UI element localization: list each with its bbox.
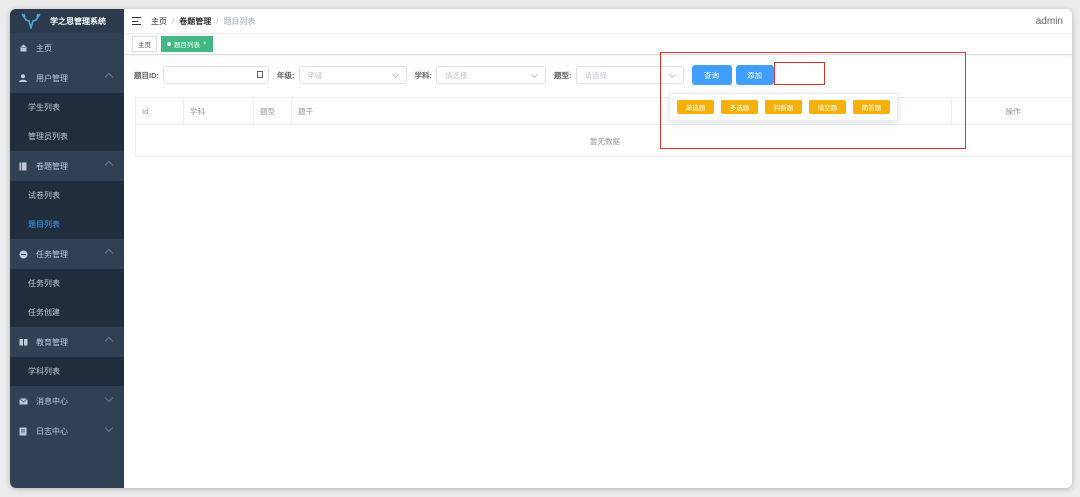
chevron-down-icon <box>391 70 399 79</box>
add-multi-choice-button[interactable]: 多选题 <box>721 100 758 114</box>
sidebar-item-label: 任务管理 <box>36 249 68 259</box>
breadcrumb-separator: / <box>216 16 219 26</box>
subject-select[interactable]: 请选择 <box>436 66 546 84</box>
app-title: 学之思管理系统 <box>50 16 106 26</box>
sidebar-item-user-mgmt[interactable]: 用户管理 <box>10 63 124 93</box>
tag-question-list[interactable]: 题目列表 × <box>161 36 213 52</box>
type-placeholder: 请选择 <box>584 70 608 80</box>
chevron-up-icon <box>104 248 114 258</box>
user-icon <box>18 73 28 83</box>
chevron-down-icon <box>104 423 114 433</box>
tag-label: 题目列表 <box>174 42 200 49</box>
sidebar-item-label: 教育管理 <box>36 337 68 347</box>
sidebar-item-paper-list[interactable]: 试卷列表 <box>10 181 124 210</box>
sidebar-item-question-list[interactable]: 题目列表 <box>10 210 124 239</box>
task-icon <box>18 249 28 259</box>
sidebar-item-home[interactable]: 主页 <box>10 33 124 63</box>
sidebar-item-label: 用户管理 <box>36 73 68 83</box>
sidebar-item-exam-mgmt[interactable]: 卷题管理 <box>10 151 124 181</box>
chevron-down-icon <box>104 393 114 403</box>
log-icon <box>18 426 28 436</box>
empty-text: 暂无数据 <box>590 136 620 146</box>
sidebar-item-subject-list[interactable]: 学科列表 <box>10 357 124 386</box>
chevron-down-icon <box>530 70 539 79</box>
chevron-down-icon <box>668 70 676 79</box>
add-single-choice-button[interactable]: 单选题 <box>677 100 714 114</box>
user-menu[interactable]: admin <box>1036 16 1063 27</box>
query-button[interactable]: 查询 <box>691 65 732 85</box>
breadcrumb-current: 题目列表 <box>223 16 256 26</box>
sidebar-item-label: 卷题管理 <box>36 161 68 171</box>
add-short-answer-button[interactable]: 简答题 <box>853 100 890 114</box>
sidebar-item-student-list[interactable]: 学生列表 <box>10 93 124 122</box>
grade-select[interactable]: 年级 <box>298 66 407 84</box>
sidebar-item-admin-list[interactable]: 管理员列表 <box>10 122 124 151</box>
sidebar-item-task-mgmt[interactable]: 任务管理 <box>10 239 124 269</box>
tag-home[interactable]: 主页 <box>132 36 157 52</box>
chevron-up-icon <box>104 336 114 346</box>
hamburger-icon[interactable] <box>132 17 141 25</box>
question-table: Id 学科 题型 题干 操作 暂无数据 <box>135 97 1072 157</box>
breadcrumb: 主页 / 卷题管理 / 题目列表 <box>151 16 255 27</box>
column-header-actions: 操作 <box>1005 106 1021 116</box>
active-dot-icon <box>167 42 171 46</box>
type-select[interactable]: 请选择 <box>575 66 684 84</box>
book-icon <box>18 161 28 171</box>
add-button[interactable]: 添加 <box>735 65 774 85</box>
subject-placeholder: 请选择 <box>445 70 468 80</box>
highlight-box-add <box>774 62 825 85</box>
sidebar-item-label: 主页 <box>36 43 52 53</box>
top-navbar: 主页 / 卷题管理 / 题目列表 admin <box>124 9 1072 34</box>
add-fill-blank-button[interactable]: 填空题 <box>809 100 846 114</box>
column-header-subject[interactable]: 学科 <box>184 98 254 124</box>
breadcrumb-separator: / <box>172 16 175 26</box>
table-header: Id 学科 题型 题干 操作 <box>136 98 1072 125</box>
sidebar-item-task-create[interactable]: 任务创建 <box>10 298 124 327</box>
sidebar-item-edu-mgmt[interactable]: 教育管理 <box>10 327 124 357</box>
grade-label: 年级: <box>277 70 295 80</box>
chevron-up-icon <box>104 72 114 82</box>
home-icon <box>18 43 28 53</box>
breadcrumb-home[interactable]: 主页 <box>151 16 167 27</box>
subject-label: 学科: <box>414 70 433 80</box>
sidebar-item-task-list[interactable]: 任务列表 <box>10 269 124 298</box>
sidebar-item-label: 日志中心 <box>36 426 68 436</box>
add-type-popover: 单选题 多选题 判断题 填空题 简答题 <box>669 93 898 121</box>
logo[interactable]: 学之思管理系统 <box>10 9 124 33</box>
add-true-false-button[interactable]: 判断题 <box>765 100 802 114</box>
question-id-label: 题目ID: <box>134 70 159 80</box>
chevron-up-icon <box>104 160 114 170</box>
sidebar: 学之思管理系统 主页 用户管理 学生列表 管理员列表 卷题管理 试卷列表 题目列… <box>10 9 124 488</box>
app-window: 学之思管理系统 主页 用户管理 学生列表 管理员列表 卷题管理 试卷列表 题目列… <box>10 9 1072 488</box>
close-icon[interactable]: × <box>203 41 207 47</box>
column-header-id[interactable]: Id <box>136 98 184 124</box>
column-header-type[interactable]: 题型 <box>254 98 292 124</box>
number-icon <box>257 71 263 78</box>
filter-form: 题目ID: 年级: 年级 学科: 请选择 题型: 请选择 查询 添加 <box>134 65 774 85</box>
tag-label: 主页 <box>138 42 151 49</box>
tags-view: 主页 题目列表 × <box>124 34 1072 55</box>
grade-placeholder: 年级 <box>307 70 323 80</box>
sidebar-item-log-center[interactable]: 日志中心 <box>10 416 124 446</box>
type-label: 题型: <box>554 70 572 80</box>
breadcrumb-exam-mgmt[interactable]: 卷题管理 <box>179 16 211 27</box>
deer-logo-icon <box>21 13 41 29</box>
open-book-icon <box>18 337 28 347</box>
sidebar-item-label: 消息中心 <box>36 396 68 406</box>
question-id-input[interactable] <box>163 66 269 84</box>
main-area: 主页 / 卷题管理 / 题目列表 admin 主页 题目列表 × 题目ID: 年… <box>124 9 1072 488</box>
envelope-icon <box>18 396 28 406</box>
sidebar-item-msg-center[interactable]: 消息中心 <box>10 386 124 416</box>
